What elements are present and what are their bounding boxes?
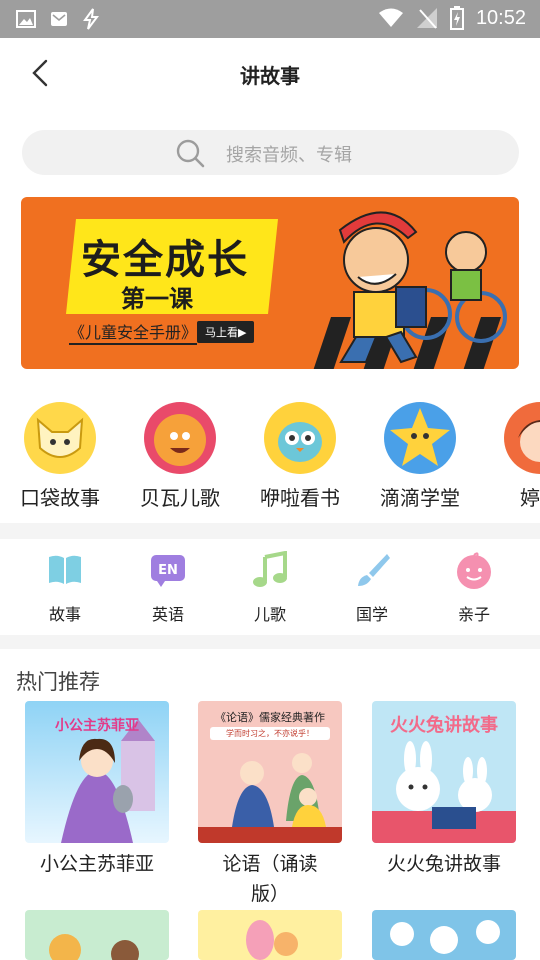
image-icon <box>16 10 36 28</box>
star-avatar-icon <box>384 402 456 474</box>
section-divider <box>0 523 540 539</box>
battery-charging-icon <box>449 6 464 30</box>
banner-headline: 安全成长 <box>81 237 249 283</box>
channel-item-yila[interactable]: 咿啦看书 <box>240 395 360 511</box>
category-classics[interactable]: 国学 <box>322 539 422 625</box>
album-cover: 《论语》儒家经典著作 学而时习之，不亦说乎！ <box>198 701 342 843</box>
lightning-icon <box>83 8 99 30</box>
bunny-illustration <box>372 741 516 843</box>
album-cover: 小公主苏菲亚 <box>25 701 169 843</box>
channel-item-didi[interactable]: 滴滴学堂 <box>360 395 480 511</box>
no-signal-icon <box>416 8 437 29</box>
banner-subheadline: 第一课 <box>121 285 193 313</box>
album-title-line-2: 版） <box>250 883 289 905</box>
category-label: 亲子 <box>457 605 490 624</box>
section-divider <box>0 635 540 649</box>
en-badge-icon: EN <box>151 555 185 587</box>
channel-label: 婷婷 <box>520 486 540 510</box>
kids-illustration <box>338 211 507 364</box>
album-card-sofia[interactable]: 小公主苏菲亚 小公主苏菲亚 <box>25 701 169 879</box>
book-icon <box>49 555 81 584</box>
fox-avatar-icon <box>24 402 96 474</box>
svg-text:EN: EN <box>158 563 178 578</box>
channel-item-tingting[interactable]: 婷婷 <box>480 395 540 511</box>
album-card-row2-3[interactable] <box>372 910 516 960</box>
clock: 10:52 <box>475 6 526 29</box>
category-story[interactable]: 故事 <box>15 539 115 625</box>
search-input[interactable]: 搜索音频、专辑 <box>22 130 519 175</box>
sheep-illustration <box>390 920 500 954</box>
album-cover <box>25 910 169 960</box>
album-card-lunyu[interactable]: 《论语》儒家经典著作 学而时习之，不亦说乎！ 论语（诵读 版） <box>198 701 342 909</box>
category-label: 国学 <box>355 605 388 624</box>
category-english[interactable]: EN 英语 <box>118 539 218 625</box>
wifi-icon <box>378 8 403 27</box>
category-label: 儿歌 <box>253 605 286 624</box>
album-title: 论语（诵读 版） <box>198 849 342 909</box>
girl-avatar-icon <box>504 402 540 474</box>
banner-book-title: 《儿童安全手册》 <box>69 319 198 345</box>
channel-label: 贝瓦儿歌 <box>140 486 220 510</box>
album-card-row2-1[interactable] <box>25 910 169 960</box>
bear-avatar-icon <box>144 402 216 474</box>
music-note-icon <box>253 550 287 587</box>
promo-banner[interactable]: 安全成长 第一课 《儿童安全手册》 马上看▶ <box>21 197 519 369</box>
channel-item-koudai[interactable]: 口袋故事 <box>0 395 120 511</box>
album-title-line-1: 论语（诵读 <box>222 853 318 875</box>
giraffe-illustration <box>49 934 139 960</box>
category-label: 故事 <box>48 605 81 624</box>
channel-label: 滴滴学堂 <box>380 486 460 510</box>
album-cover: 火火兔讲故事 <box>372 701 516 843</box>
cover-title: 小公主苏菲亚 <box>55 718 139 734</box>
brush-icon <box>358 554 390 586</box>
section-title-hot: 热门推荐 <box>16 670 100 694</box>
page-title: 讲故事 <box>240 64 300 88</box>
category-nav: 故事 EN 英语 儿歌 国学 亲子 <box>0 539 540 635</box>
channel-label: 口袋故事 <box>20 486 100 510</box>
category-label: 英语 <box>151 605 184 624</box>
album-card-row2-2[interactable] <box>198 910 342 960</box>
album-title: 小公主苏菲亚 <box>39 853 154 875</box>
owl-avatar-icon <box>264 402 336 474</box>
search-icon <box>176 139 205 168</box>
category-parenting[interactable]: 亲子 <box>424 539 524 625</box>
channel-item-beiwa[interactable]: 贝瓦儿歌 <box>120 395 240 511</box>
album-card-huohuotu[interactable]: 火火兔讲故事 火火兔讲故事 <box>372 701 516 879</box>
app-bar: 讲故事 <box>0 38 540 108</box>
channel-strip[interactable]: 口袋故事 贝瓦儿歌 咿啦看书 滴滴学堂 婷婷 <box>0 395 540 515</box>
bunny-illustration <box>246 920 298 960</box>
album-cover <box>198 910 342 960</box>
banner-cta-button[interactable]: 马上看▶ <box>197 321 255 343</box>
email-icon <box>51 12 67 26</box>
scholars-illustration <box>198 753 342 843</box>
status-bar: 10:52 <box>0 0 540 38</box>
search-placeholder: 搜索音频、专辑 <box>226 145 352 166</box>
category-songs[interactable]: 儿歌 <box>220 539 320 625</box>
smiley-icon <box>457 552 491 589</box>
album-cover <box>372 910 516 960</box>
channel-label: 咿啦看书 <box>260 486 340 510</box>
album-title: 火火兔讲故事 <box>386 853 501 875</box>
